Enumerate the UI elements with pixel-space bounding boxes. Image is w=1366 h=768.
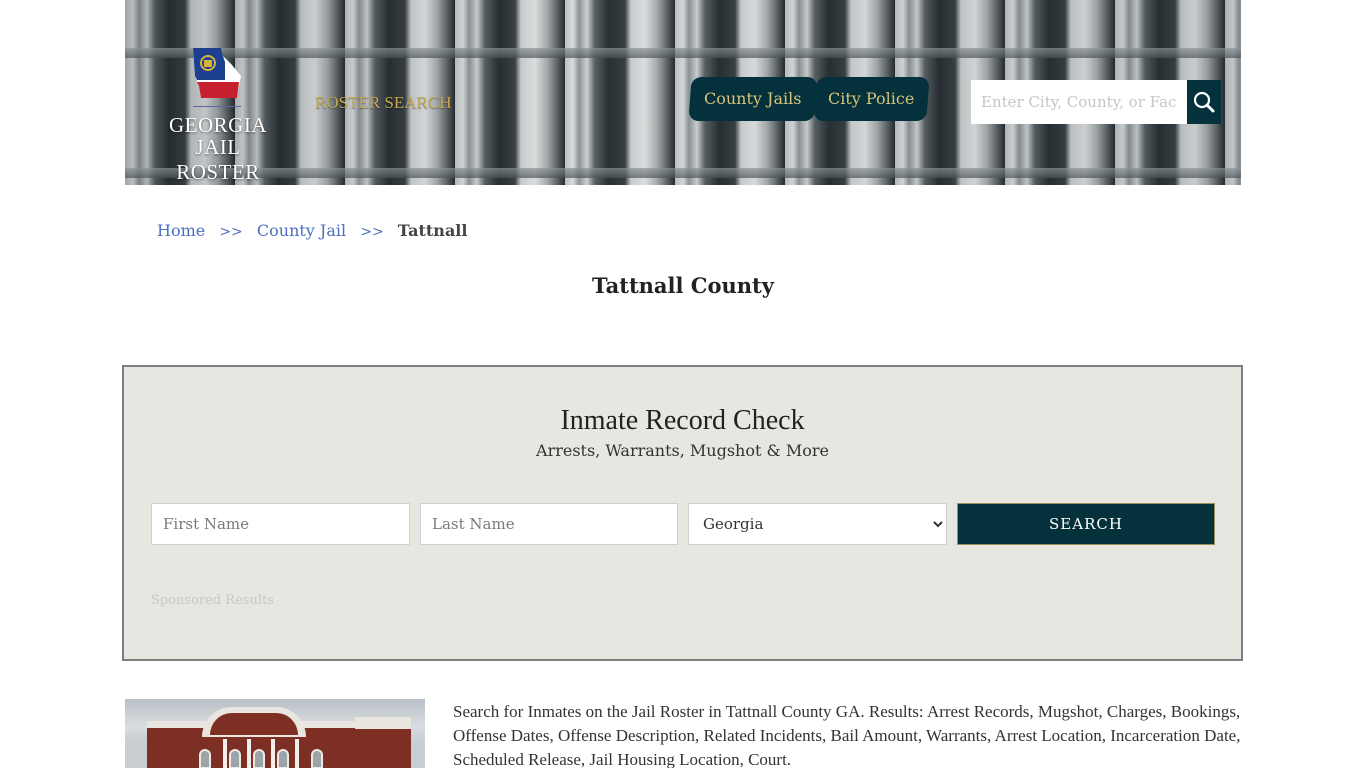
facility-search-input[interactable]	[971, 80, 1187, 124]
facility-search	[971, 80, 1221, 124]
building-window	[199, 749, 211, 768]
logo-text-line2: JAIL ROSTER	[176, 135, 260, 184]
logo-divider	[193, 106, 241, 107]
county-jail-photo	[125, 699, 425, 768]
breadcrumb-county-jail[interactable]: County Jail	[257, 221, 346, 240]
building-window	[253, 749, 265, 768]
shelf-decoration	[125, 48, 1241, 58]
search-icon	[1193, 91, 1215, 113]
building-window	[277, 749, 289, 768]
record-check-subtitle: Arrests, Warrants, Mugshot & More	[536, 441, 829, 460]
breadcrumb-home[interactable]: Home	[157, 221, 205, 240]
building-window	[229, 749, 241, 768]
nav-tab-city-police[interactable]: City Police	[813, 77, 930, 121]
site-logo[interactable]: GEORGIA JAIL ROSTER	[153, 46, 283, 184]
inmate-record-check-panel: Inmate Record Check Arrests, Warrants, M…	[122, 365, 1243, 661]
building-column	[247, 739, 251, 768]
breadcrumb-separator: >>	[360, 224, 384, 240]
building-tower-shape	[355, 717, 411, 768]
last-name-input[interactable]	[420, 503, 678, 545]
building-arch-inner-shape	[210, 713, 298, 735]
search-button[interactable]: SEARCH	[957, 503, 1215, 545]
nav-tab-label: City Police	[828, 89, 915, 108]
georgia-flag-map-icon	[193, 48, 241, 98]
roster-search-link[interactable]: ROSTER SEARCH	[315, 93, 452, 113]
sponsored-results-label: Sponsored Results	[151, 593, 274, 608]
page-title: Tattnall County	[592, 273, 774, 298]
nav-tab-label: County Jails	[704, 89, 802, 108]
building-column	[271, 739, 275, 768]
county-description: Search for Inmates on the Jail Roster in…	[453, 702, 1241, 768]
building-column	[295, 739, 299, 768]
state-select[interactable]: Georgia	[688, 503, 947, 545]
building-column	[223, 739, 227, 768]
nav-tab-county-jails[interactable]: County Jails	[688, 77, 818, 121]
breadcrumb-separator: >>	[219, 224, 243, 240]
record-check-title: Inmate Record Check	[560, 405, 805, 436]
site-header: GEORGIA JAIL ROSTER ROSTER SEARCH County…	[125, 0, 1241, 185]
shelf-decoration	[125, 168, 1241, 178]
building-window	[311, 749, 323, 768]
facility-search-button[interactable]	[1187, 80, 1221, 124]
first-name-input[interactable]	[151, 503, 410, 545]
breadcrumb-current: Tattnall	[397, 221, 468, 240]
breadcrumb: Home >> County Jail >> Tattnall	[157, 221, 467, 240]
